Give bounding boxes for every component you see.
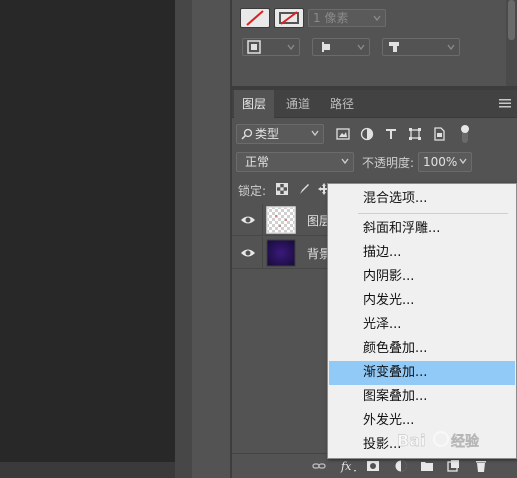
blend-mode-dropdown[interactable]: 正常 [236,152,354,172]
path-alignment-dropdown[interactable] [312,38,370,56]
stroke-swatch[interactable] [274,8,304,28]
path-operations-dropdown[interactable] [242,38,300,56]
layer-thumbnail-background [266,239,296,267]
lock-pixels-icon[interactable] [298,183,310,195]
svg-text:Bai: Bai [397,431,425,450]
tab-layers[interactable]: 图层 [234,90,274,118]
chevron-down-icon [447,44,455,51]
new-layer-icon[interactable] [446,459,460,473]
shape-filter-icon[interactable] [408,127,422,141]
lock-label: 锁定: [238,184,267,198]
canvas-status-bar [0,462,175,478]
layer-style-context-menu: 混合选项... 斜面和浮雕... 描边... 内阴影... 内发光... 光泽.… [327,183,517,459]
no-stroke-icon [279,11,299,25]
panel-menu-icon[interactable] [499,98,511,108]
filter-row: 类型 [232,124,517,146]
fill-swatch[interactable] [240,8,270,28]
menu-item-bevel-emboss[interactable]: 斜面和浮雕... [329,217,515,241]
menu-item-satin[interactable]: 光泽... [329,313,515,337]
eye-separator [262,237,263,269]
chevron-down-icon [459,158,467,165]
blend-row: 正常 不透明度: 100% [232,152,517,174]
group-folder-icon[interactable] [420,459,434,473]
chevron-down-icon [341,158,349,165]
menu-item-blending-options[interactable]: 混合选项... [329,187,515,211]
menu-item-pattern-overlay[interactable]: 图案叠加... [329,385,515,409]
tab-channels[interactable]: 通道 [278,90,318,118]
filter-toggle[interactable] [458,124,472,144]
chevron-down-icon [373,15,381,22]
path-arrange-icon [389,42,399,52]
type-filter-icon[interactable] [384,127,398,141]
menu-item-color-overlay[interactable]: 颜色叠加... [329,337,515,361]
document-canvas[interactable] [0,0,175,478]
lock-transparent-icon[interactable] [276,183,288,195]
collapsed-panel-dock [192,0,232,478]
pixel-filter-icon[interactable] [336,127,350,141]
blend-mode-value: 正常 [245,155,270,169]
layer-thumbnail-transparent [266,206,296,234]
svg-text:fx: fx [340,460,352,473]
menu-item-inner-glow[interactable]: 内发光... [329,289,515,313]
chevron-down-icon [287,44,295,51]
menu-item-stroke[interactable]: 描边... [329,241,515,265]
eye-separator [262,204,263,236]
panel-tabbar: 图层 通道 路径 [232,90,517,118]
path-align-icon [322,42,330,52]
menu-item-gradient-overlay[interactable]: 渐变叠加... [329,361,515,385]
properties-scrollbar[interactable] [506,0,517,86]
trash-icon[interactable] [474,459,488,473]
panel-gutter [175,0,192,478]
path-arrangement-dropdown[interactable] [382,38,460,56]
chevron-down-icon [357,44,365,51]
svg-text:经验: 经验 [451,433,480,450]
baidu-watermark-logo: Bai 经验 [397,431,480,450]
scroll-thumb[interactable] [508,0,515,40]
stroke-width-value: 1 像素 [313,11,349,25]
tab-paths[interactable]: 路径 [322,90,362,118]
opacity-label: 不透明度: [362,156,415,170]
link-icon[interactable] [312,459,326,473]
mask-icon[interactable] [366,459,380,473]
no-fill-icon [246,10,264,26]
menu-item-inner-shadow[interactable]: 内阴影... [329,265,515,289]
adjustment-filter-icon[interactable] [360,127,374,141]
adjustment-layer-icon[interactable] [394,459,408,473]
search-icon [241,128,253,140]
opacity-value: 100% [423,155,458,169]
eye-icon[interactable] [240,214,256,226]
chevron-down-icon [311,130,319,137]
smart-object-filter-icon[interactable] [432,127,446,141]
background-thumbnail [266,239,296,267]
eye-icon[interactable] [240,247,256,259]
filter-type-dropdown[interactable]: 类型 [236,124,324,144]
menu-separator [358,213,508,214]
fx-icon[interactable]: fx [340,459,358,473]
stroke-width-dropdown[interactable]: 1 像素 [308,9,386,27]
path-ops-icon [247,40,261,54]
filter-type-label: 类型 [255,127,280,141]
transparent-thumbnail [266,206,296,234]
opacity-field[interactable]: 100% [418,152,472,172]
properties-panel: 1 像素 [232,0,517,86]
